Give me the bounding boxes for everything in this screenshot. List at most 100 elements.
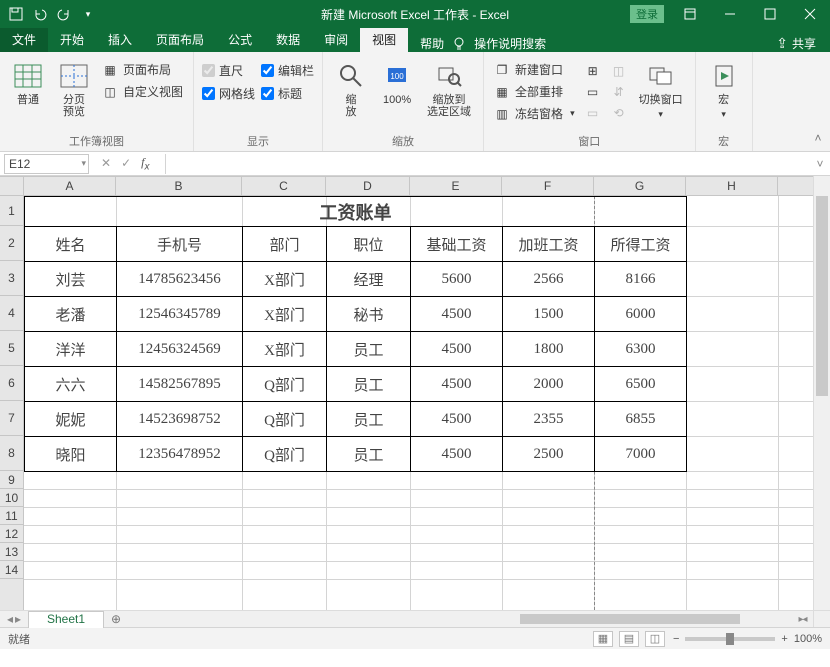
pagebreak-view-button[interactable]: 分页 预览 [54, 56, 94, 122]
tab-help[interactable]: 帮助 [420, 35, 444, 52]
col-header-B[interactable]: B [116, 177, 242, 195]
row-header-14[interactable]: 14 [0, 561, 23, 579]
gridlines-checkbox[interactable]: 网格线 [202, 85, 255, 102]
vertical-scrollbar[interactable] [813, 176, 830, 610]
row-header-5[interactable]: 5 [0, 331, 23, 366]
row-header-1[interactable]: 1 [0, 196, 23, 226]
sheet-tab[interactable]: Sheet1 [28, 611, 104, 628]
zoom-out-icon[interactable]: − [673, 633, 679, 645]
tab-home[interactable]: 开始 [48, 27, 96, 52]
zoom-in-icon[interactable]: + [781, 633, 787, 645]
tab-view[interactable]: 视图 [360, 27, 408, 52]
cancel-formula-icon[interactable]: ✕ [101, 156, 111, 170]
custom-view-label: 自定义视图 [123, 83, 183, 100]
reset-window-button[interactable]: ⟲ [609, 104, 629, 122]
redo-icon[interactable] [56, 6, 72, 22]
row-header-13[interactable]: 13 [0, 543, 23, 561]
zoom-button[interactable]: 缩 放 [331, 56, 371, 122]
enter-formula-icon[interactable]: ✓ [121, 156, 131, 170]
maximize-icon[interactable] [750, 0, 790, 28]
vscroll-thumb[interactable] [816, 196, 828, 396]
col-header-C[interactable]: C [242, 177, 326, 195]
zoom-100-button[interactable]: 100 100% [377, 56, 417, 110]
switch-window-button[interactable]: 切换窗口 ▾ [635, 56, 687, 124]
zoom-percent[interactable]: 100% [794, 633, 822, 645]
share-button[interactable]: ⇪共享 [776, 35, 830, 52]
zoom-selection-button[interactable]: 缩放到 选定区域 [423, 56, 475, 122]
expand-formula-bar-icon[interactable]: ˅ [810, 157, 830, 171]
tab-layout[interactable]: 页面布局 [144, 27, 216, 52]
zoom-slider[interactable] [685, 637, 775, 641]
data-table: 工资账单姓名手机号部门职位基础工资加班工资所得工资刘芸14785623456X部… [24, 196, 687, 472]
add-sheet-button[interactable]: ⊕ [104, 612, 128, 626]
new-window-button[interactable]: ❐新建窗口 [492, 60, 577, 79]
tab-formulas[interactable]: 公式 [216, 27, 264, 52]
col-header-E[interactable]: E [410, 177, 502, 195]
col-header-D[interactable]: D [326, 177, 410, 195]
col-header-F[interactable]: F [502, 177, 594, 195]
normal-view-button[interactable]: 普通 [8, 56, 48, 110]
col-header-A[interactable]: A [24, 177, 116, 195]
group-show-label: 显示 [247, 131, 269, 151]
hide-button[interactable]: ▭ [583, 83, 603, 101]
sync-scroll-button[interactable]: ⇵ [609, 83, 629, 101]
row-header-7[interactable]: 7 [0, 401, 23, 436]
select-all-corner[interactable] [0, 176, 24, 196]
row-header-11[interactable]: 11 [0, 507, 23, 525]
row-header-8[interactable]: 8 [0, 436, 23, 471]
statusbar-pagebreak-icon[interactable]: ◫ [645, 631, 665, 647]
name-box-dropdown-icon[interactable]: ▾ [81, 158, 86, 169]
custom-view-button[interactable]: ◫ 自定义视图 [100, 82, 185, 101]
tab-insert[interactable]: 插入 [96, 27, 144, 52]
hscroll-right-icon[interactable]: ▸ [793, 614, 809, 625]
formula-input[interactable] [165, 154, 810, 174]
row-header-12[interactable]: 12 [0, 525, 23, 543]
fx-icon[interactable]: fx [141, 155, 149, 172]
tab-review[interactable]: 审阅 [312, 27, 360, 52]
ruler-label: 直尺 [219, 62, 243, 79]
minimize-icon[interactable] [710, 0, 750, 28]
headings-label: 标题 [278, 85, 302, 102]
qat-more-icon[interactable]: ▾ [80, 6, 96, 22]
freeze-panes-button[interactable]: ▥冻结窗格▾ [492, 104, 577, 123]
statusbar-pagelayout-icon[interactable]: ▤ [619, 631, 639, 647]
cell-grid[interactable]: 工资账单姓名手机号部门职位基础工资加班工资所得工资刘芸14785623456X部… [24, 196, 813, 610]
pagelayout-view-button[interactable]: ▦页面布局 [100, 60, 185, 79]
col-header-H[interactable]: H [686, 177, 778, 195]
tell-me-search[interactable]: 操作说明搜索 [474, 35, 546, 52]
split-button[interactable]: ⊞ [583, 62, 603, 80]
headings-checkbox[interactable]: 标题 [261, 85, 314, 102]
status-bar: 就绪 ▦ ▤ ◫ − + 100% [0, 627, 830, 649]
row-header-2[interactable]: 2 [0, 226, 23, 261]
collapse-ribbon-icon[interactable]: ˄ [806, 52, 830, 151]
ribbon-options-icon[interactable] [670, 0, 710, 28]
sync-scroll-icon: ⇵ [611, 84, 627, 100]
save-icon[interactable] [8, 6, 24, 22]
arrange-all-icon: ▦ [494, 84, 510, 100]
row-header-4[interactable]: 4 [0, 296, 23, 331]
col-header-G[interactable]: G [594, 177, 686, 195]
name-box[interactable]: E12▾ [4, 154, 89, 174]
row-header-10[interactable]: 10 [0, 489, 23, 507]
unhide-button[interactable]: ▭ [583, 104, 603, 122]
formulabar-checkbox[interactable]: 编辑栏 [261, 62, 314, 79]
hscroll-thumb[interactable] [520, 614, 740, 624]
view-sidebyside-button[interactable]: ◫ [609, 62, 629, 80]
group-workbook-views: 普通 分页 预览 ▦页面布局 ◫自定义视图 工作簿视图 [0, 52, 194, 151]
row-header-9[interactable]: 9 [0, 471, 23, 489]
row-header-3[interactable]: 3 [0, 261, 23, 296]
undo-icon[interactable] [32, 6, 48, 22]
row-header-6[interactable]: 6 [0, 366, 23, 401]
statusbar-normal-icon[interactable]: ▦ [593, 631, 613, 647]
close-icon[interactable] [790, 0, 830, 28]
ribbon-tabstrip: 文件 开始 插入 页面布局 公式 数据 审阅 视图 帮助 操作说明搜索 ⇪共享 [0, 28, 830, 52]
row-headers: 1234567891011121314 [0, 196, 24, 610]
arrange-all-button[interactable]: ▦全部重排 [492, 82, 577, 101]
macros-button[interactable]: 宏 ▾ [704, 56, 744, 124]
tab-data[interactable]: 数据 [264, 27, 312, 52]
login-button[interactable]: 登录 [630, 5, 664, 23]
custom-view-icon: ◫ [102, 84, 118, 100]
tab-file[interactable]: 文件 [0, 27, 48, 52]
sheet-nav[interactable]: ◂▸ [0, 612, 28, 626]
ruler-checkbox[interactable]: 直尺 [202, 62, 255, 79]
